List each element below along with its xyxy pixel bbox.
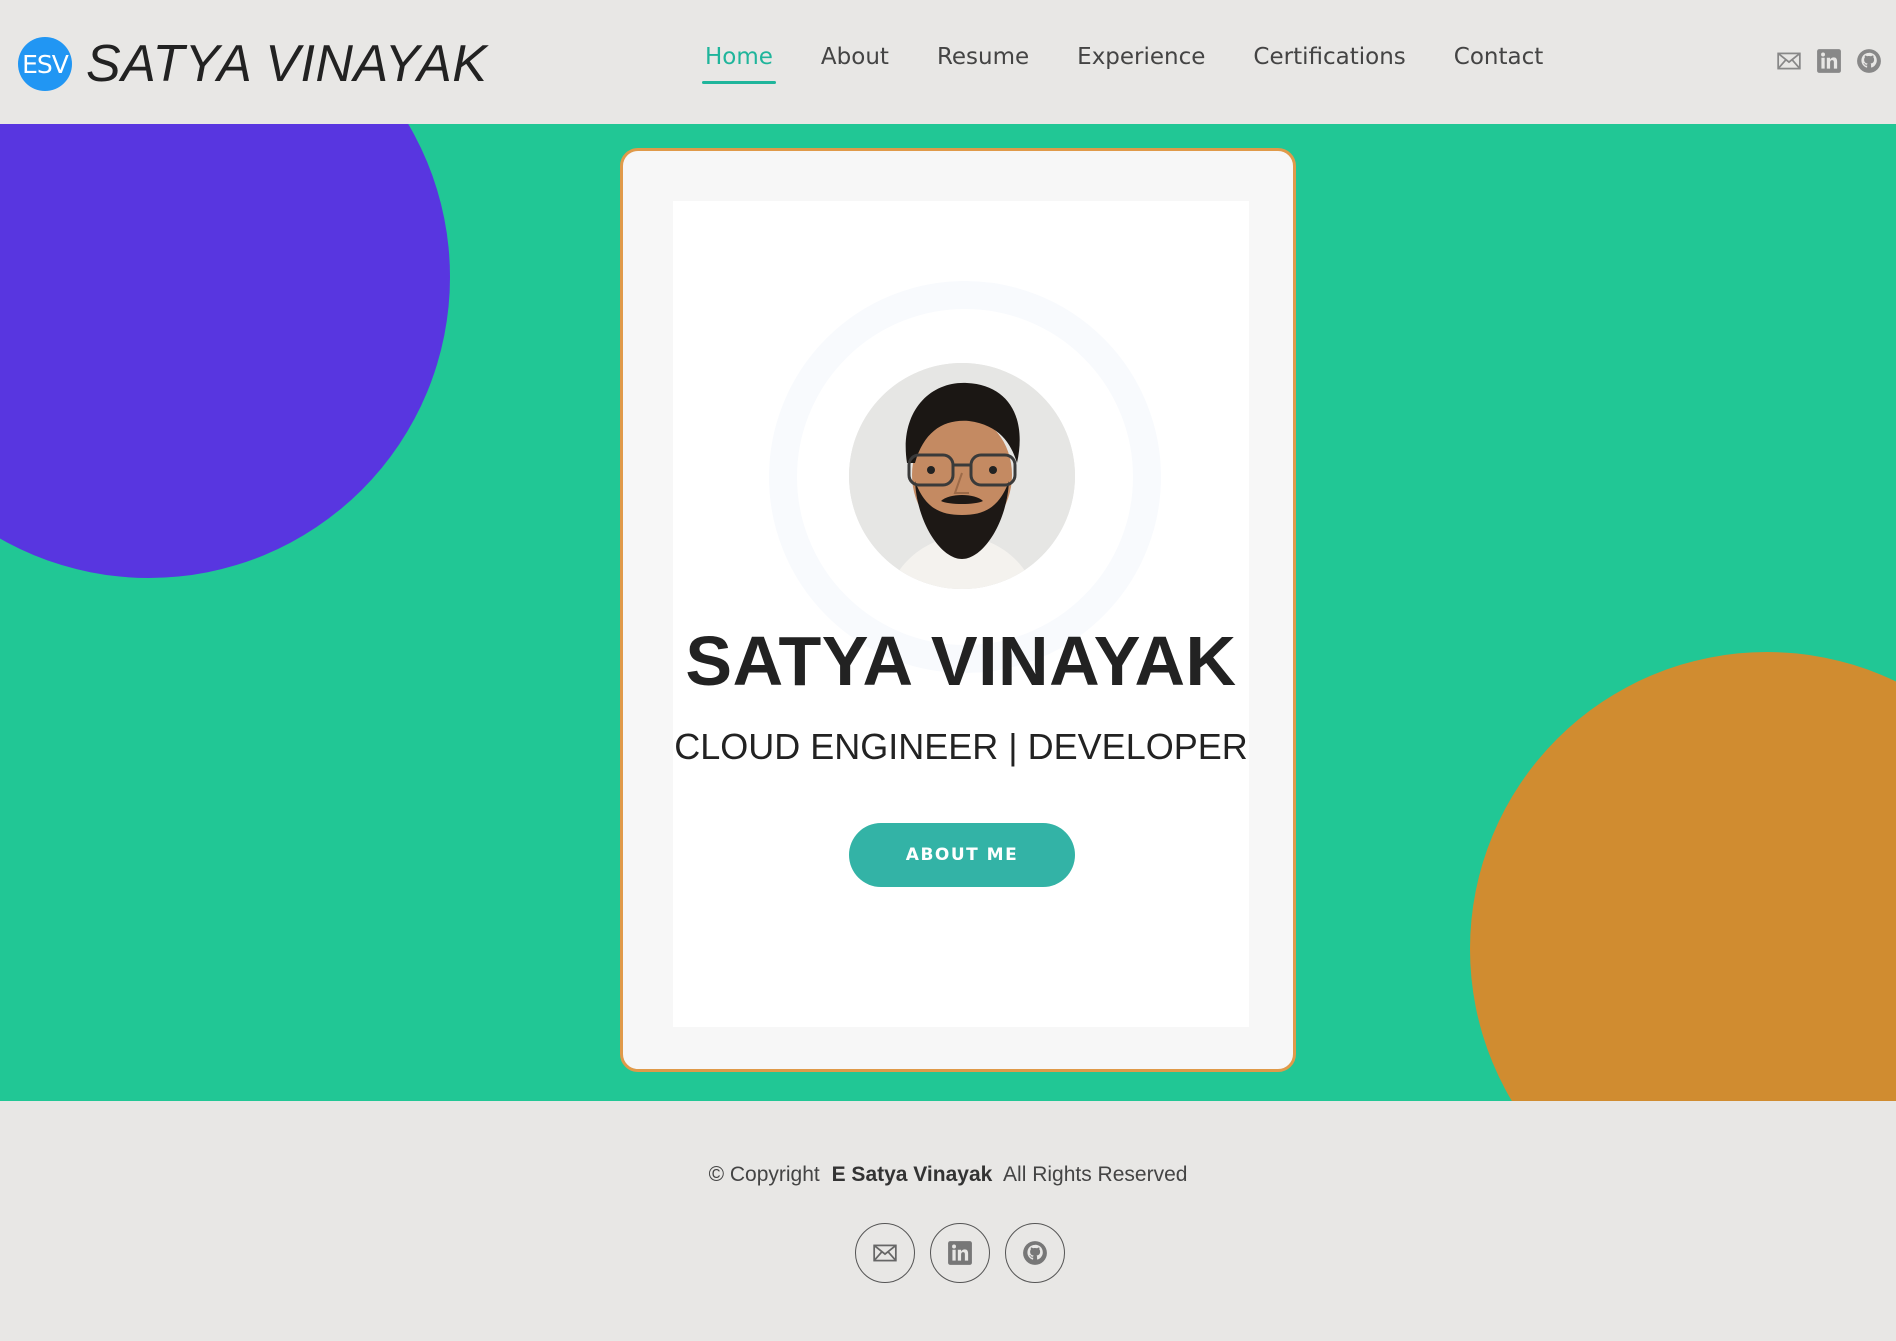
- decorative-orange-circle: [1470, 652, 1896, 1101]
- avatar: [849, 363, 1075, 589]
- copyright-text: © Copyright E Satya Vinayak All Rights R…: [0, 1163, 1896, 1187]
- hero-section: SATYA VINAYAK CLOUD ENGINEER | DEVELOPER…: [0, 124, 1896, 1101]
- copyright-owner: E Satya Vinayak: [831, 1163, 993, 1186]
- copyright-rights: All Rights Reserved: [1003, 1163, 1188, 1186]
- about-me-button[interactable]: ABOUT ME: [849, 823, 1075, 887]
- hero-role: CLOUD ENGINEER | DEVELOPER: [674, 726, 1248, 767]
- header-social: [1776, 48, 1882, 74]
- nav-experience[interactable]: Experience: [1077, 44, 1205, 84]
- logo[interactable]: ESV SATYA VINAYAK: [18, 34, 487, 94]
- site-header: ESV SATYA VINAYAK Home About Resume Expe…: [0, 0, 1896, 124]
- linkedin-icon[interactable]: [1816, 48, 1842, 74]
- footer-linkedin-icon[interactable]: [930, 1223, 990, 1283]
- footer-envelope-icon[interactable]: [855, 1223, 915, 1283]
- envelope-icon[interactable]: [1776, 48, 1802, 74]
- nav-home[interactable]: Home: [702, 44, 776, 84]
- hero-name: SATYA VINAYAK: [685, 622, 1237, 700]
- footer-social: [855, 1223, 1065, 1283]
- site-title: SATYA VINAYAK: [86, 35, 488, 93]
- main-nav: Home About Resume Experience Certificati…: [702, 44, 1591, 84]
- nav-resume[interactable]: Resume: [937, 44, 1029, 84]
- profile-card-inner: SATYA VINAYAK CLOUD ENGINEER | DEVELOPER…: [673, 201, 1249, 1027]
- copyright-prefix: © Copyright: [708, 1163, 820, 1186]
- nav-certifications[interactable]: Certifications: [1253, 44, 1405, 84]
- nav-about[interactable]: About: [821, 44, 889, 84]
- profile-card: SATYA VINAYAK CLOUD ENGINEER | DEVELOPER…: [620, 148, 1296, 1072]
- decorative-purple-circle: [0, 124, 450, 578]
- github-icon[interactable]: [1856, 48, 1882, 74]
- site-footer: © Copyright E Satya Vinayak All Rights R…: [0, 1101, 1896, 1341]
- nav-contact[interactable]: Contact: [1454, 44, 1543, 84]
- logo-badge: ESV: [18, 37, 72, 91]
- footer-github-icon[interactable]: [1005, 1223, 1065, 1283]
